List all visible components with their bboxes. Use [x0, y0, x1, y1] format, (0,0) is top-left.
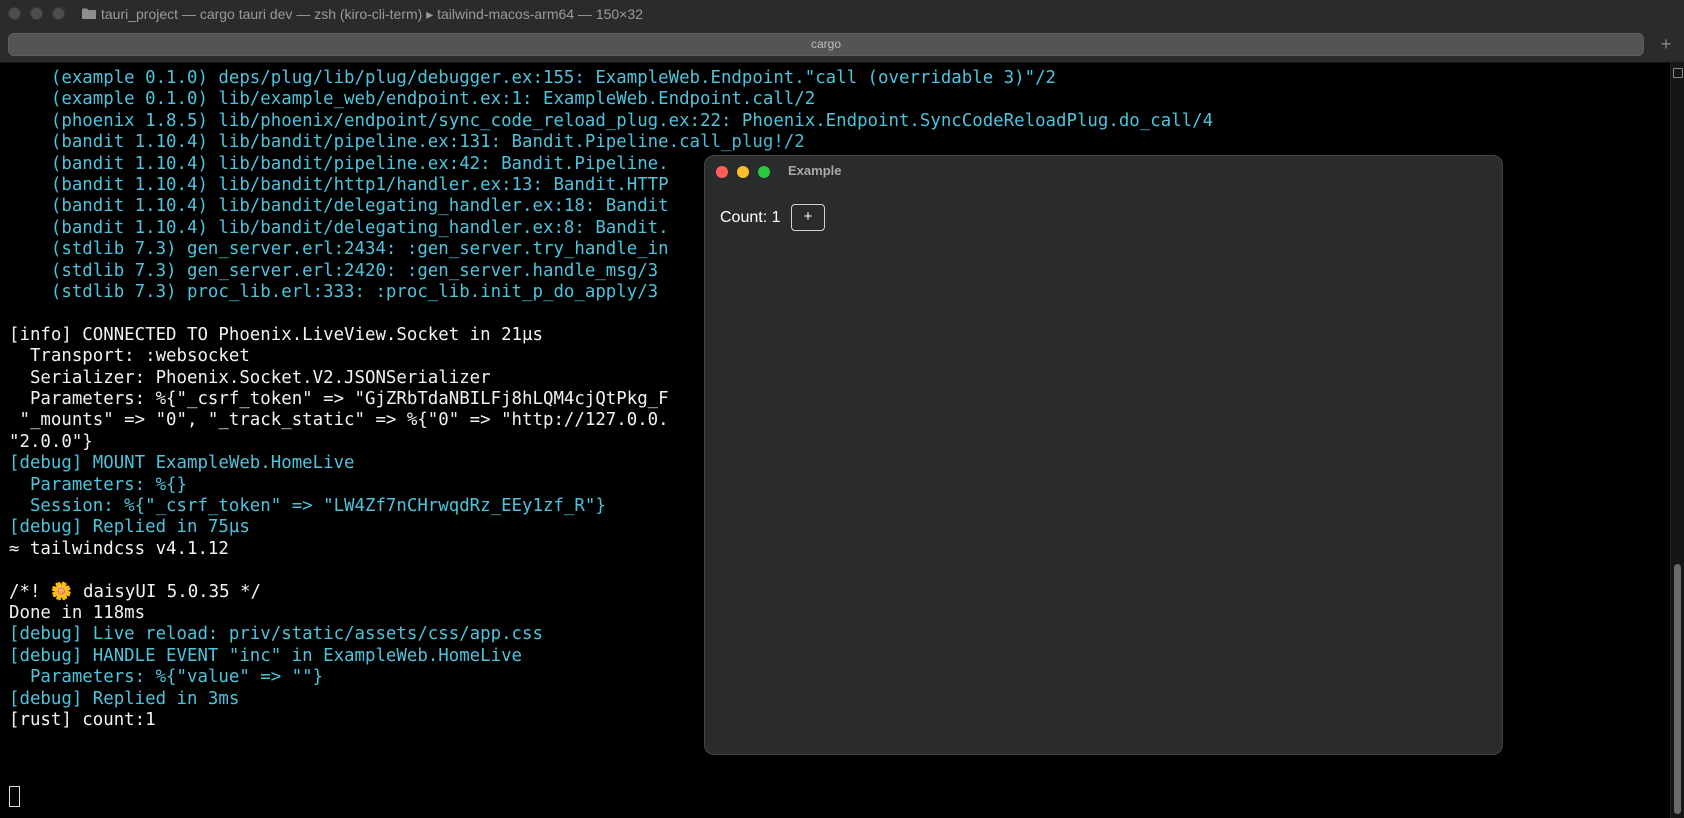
- terminal-line: [debug] Live reload: priv/static/assets/…: [9, 624, 543, 645]
- app-close-button[interactable]: [716, 166, 728, 178]
- example-app-window: Example Count: 1 +: [704, 155, 1503, 755]
- scrollbar-thumb[interactable]: [1674, 564, 1681, 814]
- new-tab-button[interactable]: +: [1654, 33, 1678, 56]
- scrollbar-menu-icon[interactable]: [1673, 68, 1683, 78]
- terminal-line: ≈ tailwindcss v4.1.12: [9, 538, 229, 559]
- terminal-line: Serializer: Phoenix.Socket.V2.JSONSerial…: [9, 367, 491, 388]
- window-title: tauri_project — cargo tauri dev — zsh (k…: [101, 6, 643, 22]
- terminal-line: (phoenix 1.8.5) lib/phoenix/endpoint/syn…: [9, 110, 1214, 131]
- terminal-line: [debug] HANDLE EVENT "inc" in ExampleWeb…: [9, 645, 523, 666]
- terminal-line: [debug] Replied in 75µs: [9, 517, 250, 538]
- terminal-line: [debug] Replied in 3ms: [9, 688, 240, 709]
- close-button[interactable]: [8, 7, 21, 20]
- terminal-line: Session: %{"_csrf_token" => "LW4Zf7nCHrw…: [9, 496, 606, 516]
- terminal-line: Parameters: %{}: [9, 474, 187, 495]
- terminal-line: /*! 🌼 daisyUI 5.0.35 */: [9, 581, 261, 602]
- app-minimize-button[interactable]: [737, 166, 749, 178]
- tab-cargo[interactable]: cargo: [8, 33, 1644, 56]
- terminal-line: Parameters: %{"value" => ""}: [9, 667, 324, 688]
- terminal-line: (bandit 1.10.4) lib/bandit/pipeline.ex:4…: [9, 153, 669, 174]
- terminal-scrollbar[interactable]: [1670, 62, 1684, 818]
- terminal-line: Transport: :websocket: [9, 346, 250, 367]
- terminal-line: (bandit 1.10.4) lib/bandit/pipeline.ex:1…: [9, 132, 805, 153]
- folder-icon: [82, 8, 96, 19]
- terminal-line: Done in 118ms: [9, 603, 146, 623]
- app-titlebar: Example: [705, 156, 1502, 186]
- terminal-line: (bandit 1.10.4) lib/bandit/delegating_ha…: [9, 217, 669, 238]
- tab-bar: cargo +: [0, 29, 1684, 63]
- terminal-line: (example 0.1.0) lib/example_web/endpoint…: [9, 89, 816, 110]
- increment-button[interactable]: +: [791, 204, 825, 231]
- minimize-button[interactable]: [30, 7, 43, 20]
- terminal-line: (bandit 1.10.4) lib/bandit/delegating_ha…: [9, 196, 669, 217]
- app-title: Example: [788, 163, 842, 178]
- terminal-titlebar: tauri_project — cargo tauri dev — zsh (k…: [0, 0, 1684, 30]
- terminal-line: (stdlib 7.3) gen_server.erl:2420: :gen_s…: [9, 260, 659, 281]
- terminal-line: "2.0.0"}: [9, 431, 93, 452]
- zoom-button[interactable]: [52, 7, 65, 20]
- terminal-line: [rust] count:1: [9, 710, 156, 730]
- terminal-line: (example 0.1.0) deps/plug/lib/plug/debug…: [9, 68, 1057, 88]
- terminal-line: (stdlib 7.3) proc_lib.erl:333: :proc_lib…: [9, 282, 659, 302]
- app-zoom-button[interactable]: [758, 166, 770, 178]
- terminal-cursor: [9, 786, 20, 807]
- terminal-line: [debug] MOUNT ExampleWeb.HomeLive: [9, 453, 355, 474]
- terminal-line: (bandit 1.10.4) lib/bandit/http1/handler…: [9, 175, 669, 195]
- terminal-line: [info] CONNECTED TO Phoenix.LiveView.Soc…: [9, 324, 543, 345]
- count-label: Count: 1: [720, 209, 781, 226]
- terminal-line: (stdlib 7.3) gen_server.erl:2434: :gen_s…: [9, 239, 669, 260]
